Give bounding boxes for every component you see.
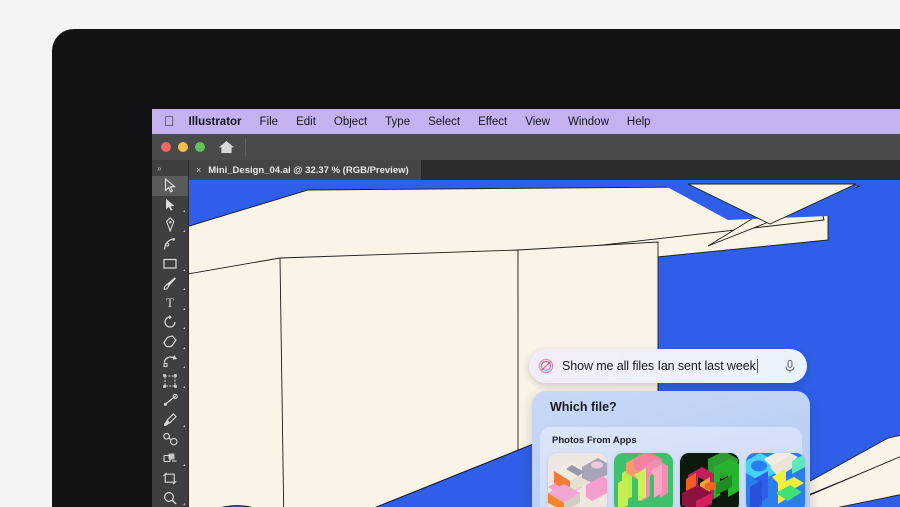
assistant-swirl-icon xyxy=(538,358,554,374)
artboard-tool[interactable] xyxy=(152,469,188,489)
eraser-tool[interactable] xyxy=(152,332,188,352)
assistant-search-bar[interactable]: Show me all files Ian sent last week xyxy=(529,349,807,383)
assistant-results-panel: Which file? Photos From Apps xyxy=(532,391,810,507)
thumbnail-row xyxy=(548,453,805,507)
menu-item-file[interactable]: File xyxy=(260,116,279,128)
search-query-text: Show me all files Ian sent last week xyxy=(562,359,756,373)
eyedropper-tool[interactable] xyxy=(152,410,188,430)
menu-item-window[interactable]: Window xyxy=(568,116,609,128)
tab-title: Mini_Design_04.ai @ 32.37 % (RGB/Preview… xyxy=(208,164,409,176)
shape-builder-tool[interactable] xyxy=(152,449,188,469)
illustrator-window:  Illustrator File Edit Object Type Sele… xyxy=(152,109,900,507)
panel-question-text: Which file? xyxy=(550,400,617,414)
curvature-tool[interactable] xyxy=(152,235,188,255)
photos-from-apps-card: Photos From Apps xyxy=(540,427,805,507)
menu-item-illustrator[interactable]: Illustrator xyxy=(189,116,242,128)
search-input[interactable]: Show me all files Ian sent last week xyxy=(562,359,777,373)
menu-item-effect[interactable]: Effect xyxy=(478,116,507,128)
width-tool[interactable] xyxy=(152,391,188,411)
thumbnail-isometric-blue[interactable] xyxy=(746,453,805,507)
screenshot-root:  Illustrator File Edit Object Type Sele… xyxy=(0,0,900,507)
home-icon[interactable] xyxy=(218,139,235,155)
thumbnail-isometric-pink[interactable] xyxy=(548,453,607,507)
rectangle-tool[interactable] xyxy=(152,254,188,274)
menu-item-view[interactable]: View xyxy=(525,116,550,128)
zoom-window-button[interactable] xyxy=(195,142,205,152)
thumbnail-isometric-dark[interactable] xyxy=(680,453,739,507)
paintbrush-tool[interactable] xyxy=(152,274,188,294)
direct-selection-tool[interactable] xyxy=(152,196,188,216)
window-title-bar xyxy=(152,134,900,160)
type-tool-glyph: T xyxy=(166,295,174,311)
close-window-button[interactable] xyxy=(161,142,171,152)
menu-item-type[interactable]: Type xyxy=(385,116,410,128)
tab-close-icon[interactable]: × xyxy=(196,165,201,175)
menu-item-help[interactable]: Help xyxy=(627,116,651,128)
photos-section-title: Photos From Apps xyxy=(552,435,637,446)
menu-item-edit[interactable]: Edit xyxy=(296,116,316,128)
blend-tool[interactable] xyxy=(152,430,188,450)
menu-item-object[interactable]: Object xyxy=(334,116,367,128)
document-tab[interactable]: × Mini_Design_04.ai @ 32.37 % (RGB/Previ… xyxy=(188,160,421,180)
device-bezel:  Illustrator File Edit Object Type Sele… xyxy=(52,29,900,507)
macos-menu-bar:  Illustrator File Edit Object Type Sele… xyxy=(152,109,900,134)
zoom-tool[interactable] xyxy=(152,488,188,507)
scale-tool[interactable] xyxy=(152,352,188,372)
tools-panel-collapse-icon[interactable]: » xyxy=(152,160,188,176)
text-cursor xyxy=(756,359,759,373)
free-transform-tool[interactable] xyxy=(152,371,188,391)
document-tab-strip: × Mini_Design_04.ai @ 32.37 % (RGB/Previ… xyxy=(152,160,900,180)
selection-tool[interactable] xyxy=(152,176,188,196)
titlebar-divider xyxy=(245,138,246,156)
type-tool[interactable]: T xyxy=(152,293,188,313)
menu-item-select[interactable]: Select xyxy=(428,116,460,128)
rotate-tool[interactable] xyxy=(152,313,188,333)
microphone-icon[interactable] xyxy=(781,357,799,375)
apple-icon[interactable]:  xyxy=(164,114,175,128)
minimize-window-button[interactable] xyxy=(178,142,188,152)
tools-panel: » T xyxy=(152,160,189,507)
thumbnail-isometric-green[interactable] xyxy=(614,453,673,507)
pen-tool[interactable] xyxy=(152,215,188,235)
